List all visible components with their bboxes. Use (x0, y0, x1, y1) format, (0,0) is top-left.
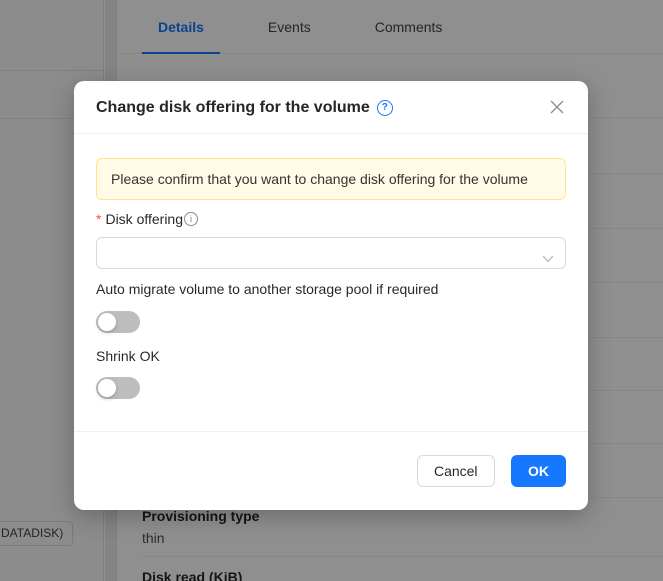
dialog-title: Change disk offering for the volume ? (96, 97, 393, 119)
chevron-down-icon (542, 250, 554, 268)
page: DATADISK) Details Events Comments Provis… (0, 0, 663, 581)
ok-button[interactable]: OK (511, 455, 566, 487)
shrink-ok-label: Shrink OK (96, 346, 566, 366)
close-icon[interactable] (546, 96, 568, 118)
dialog-header: Change disk offering for the volume ? (74, 81, 588, 134)
cancel-button[interactable]: Cancel (417, 455, 495, 487)
dialog-footer: Cancel OK (74, 431, 588, 510)
dialog-body: Please confirm that you want to change d… (74, 134, 588, 399)
question-circle-icon[interactable]: ? (377, 100, 393, 116)
disk-offering-label: Disk offering (105, 211, 183, 227)
toggle-knob (98, 313, 116, 331)
auto-migrate-label: Auto migrate volume to another storage p… (96, 279, 566, 299)
info-circle-icon[interactable]: i (184, 212, 198, 226)
toggle-knob (98, 379, 116, 397)
change-disk-offering-dialog: Change disk offering for the volume ? Pl… (74, 81, 588, 510)
auto-migrate-toggle[interactable] (96, 311, 140, 333)
required-asterisk: * (96, 211, 101, 227)
disk-offering-label-row: * Disk offering i (96, 209, 566, 229)
confirm-alert: Please confirm that you want to change d… (96, 158, 566, 200)
dialog-title-text: Change disk offering for the volume (96, 97, 370, 119)
disk-offering-select[interactable] (96, 237, 566, 269)
shrink-ok-toggle[interactable] (96, 377, 140, 399)
